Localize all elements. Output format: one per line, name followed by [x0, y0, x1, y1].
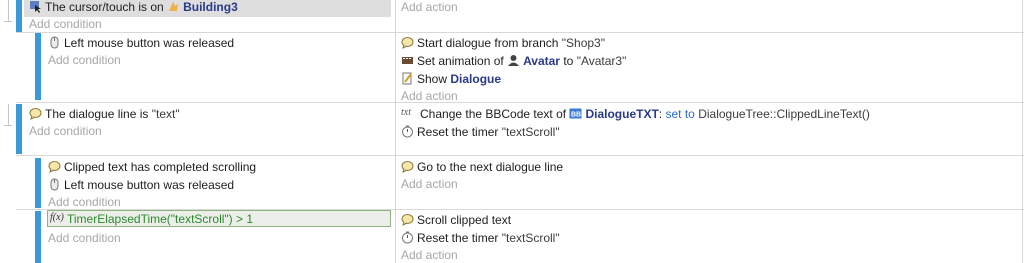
action-text: Reset the timer [417, 124, 499, 139]
action-row[interactable]: txt Change the BBCode text of BB Dialogu… [401, 105, 870, 122]
expression-value: 1 [246, 211, 254, 226]
condition-row[interactable]: The cursor/touch is on Building3 [29, 0, 238, 15]
action-row[interactable]: Set animation of Avatar to "Avatar3" [401, 52, 626, 69]
object-name: Building3 [183, 0, 238, 14]
add-condition-link[interactable]: Add condition [29, 15, 102, 32]
dialogue-icon [401, 36, 414, 49]
action-row[interactable]: Reset the timer "textScroll" [401, 229, 560, 246]
event-bar[interactable] [35, 158, 41, 208]
condition-text: Left mouse button was released [64, 177, 235, 192]
event-bar[interactable] [35, 211, 41, 263]
event-separator [16, 32, 1024, 33]
event-bar[interactable] [16, 0, 22, 32]
tree-line [4, 21, 12, 22]
condition-text: Clipped text has completed scrolling [64, 159, 257, 174]
action-text: Scroll clipped text [417, 212, 512, 227]
condition-text: The cursor/touch is on [45, 0, 164, 14]
dialogue-icon [29, 107, 42, 120]
tree-line [8, 104, 9, 126]
action-text: Reset the timer [417, 230, 499, 245]
svg-text:BB: BB [571, 112, 581, 119]
add-action-link[interactable]: Add action [401, 175, 458, 192]
action-row[interactable]: Go to the next dialogue line [401, 158, 563, 175]
dialogue-icon [401, 213, 414, 226]
action-arg: "textScroll" [501, 124, 560, 139]
action-text: to [563, 53, 574, 68]
sprite-object-icon [167, 0, 180, 13]
add-action-link[interactable]: Add action [401, 87, 458, 104]
action-row[interactable]: Scroll clipped text [401, 211, 511, 228]
show-icon [401, 72, 414, 85]
dialogue-icon [401, 160, 414, 173]
action-text: Change the BBCode text of [420, 106, 567, 121]
dialogue-icon [48, 160, 61, 173]
text-icon: txt [401, 107, 411, 118]
timer-icon [401, 231, 414, 244]
function-icon: f(x) [50, 212, 64, 223]
action-text: Show [417, 71, 448, 86]
avatar-object-icon [507, 54, 520, 67]
action-arg: DialogueTree::ClippedLineText() [698, 106, 870, 121]
action-row[interactable]: Show Dialogue [401, 70, 501, 87]
add-action-link[interactable]: Add action [401, 0, 458, 15]
action-keyword: set to [665, 106, 695, 121]
object-name: Avatar [523, 53, 560, 68]
expression-text: TimerElapsedTime("textScroll") [67, 211, 233, 226]
bbtext-object-icon: BB [569, 107, 582, 120]
add-condition-link[interactable]: Add condition [29, 122, 102, 139]
column-separator [1022, 0, 1023, 263]
timer-icon [401, 125, 414, 138]
action-text: Go to the next dialogue line [417, 159, 564, 174]
cursor-on-object-icon [29, 0, 42, 13]
action-row[interactable]: Start dialogue from branch "Shop3" [401, 34, 605, 51]
event-separator [16, 102, 1024, 103]
column-separator [395, 0, 396, 263]
object-name: DialogueTXT [585, 106, 659, 121]
add-condition-link[interactable]: Add condition [48, 229, 121, 246]
tree-line [4, 125, 12, 126]
animation-icon [401, 54, 414, 67]
mouse-icon [48, 178, 61, 191]
event-separator [16, 155, 1024, 156]
event-bar[interactable] [35, 33, 41, 100]
event-bar[interactable] [16, 104, 22, 154]
condition-row[interactable]: Left mouse button was released [48, 176, 234, 193]
add-condition-link[interactable]: Add condition [48, 193, 121, 210]
action-row[interactable]: Reset the timer "textScroll" [401, 123, 560, 140]
condition-row[interactable]: f(x) TimerElapsedTime("textScroll") > 1 [50, 210, 253, 227]
condition-text: Left mouse button was released [64, 35, 235, 50]
condition-text: The dialogue line is [45, 106, 149, 121]
add-action-link[interactable]: Add action [401, 246, 458, 263]
object-name: Dialogue [450, 71, 502, 86]
action-text: Start dialogue from branch [417, 35, 559, 50]
action-text: Set animation of [417, 53, 504, 68]
tree-line [8, 0, 9, 22]
action-colon: : [658, 106, 663, 121]
mouse-icon [48, 36, 61, 49]
action-arg: "textScroll" [501, 230, 560, 245]
condition-row[interactable]: Left mouse button was released [48, 34, 234, 51]
condition-row[interactable]: Clipped text has completed scrolling [48, 158, 256, 175]
action-arg: "Avatar3" [576, 53, 627, 68]
add-condition-link[interactable]: Add condition [48, 51, 121, 68]
condition-row[interactable]: The dialogue line is "text" [29, 105, 180, 122]
action-arg: "Shop3" [561, 35, 605, 50]
event-sheet: The cursor/touch is on Building3 Add con… [0, 0, 1024, 263]
condition-arg: "text" [151, 106, 180, 121]
expression-operator: > [236, 211, 244, 226]
